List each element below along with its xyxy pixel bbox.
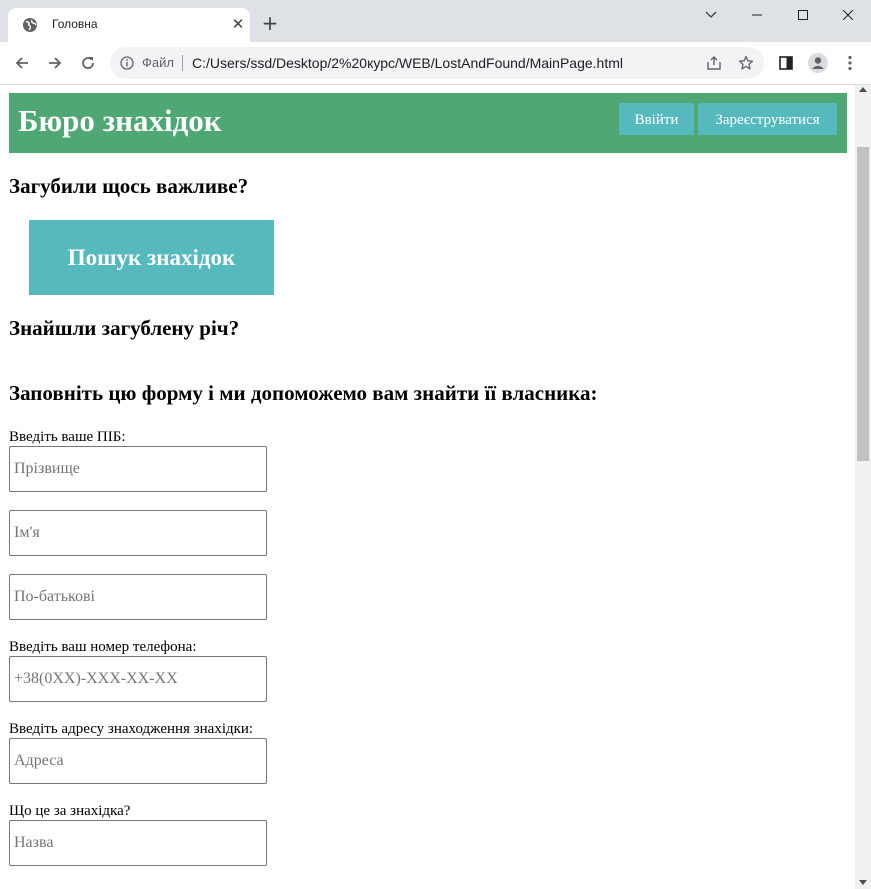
item-name-placeholder: Назва: [14, 834, 54, 851]
minimize-icon[interactable]: [734, 0, 780, 30]
new-tab-icon[interactable]: +: [260, 13, 280, 33]
surname-input[interactable]: Прізвище: [9, 446, 267, 492]
address-label: Введіть адресу знаходження знахідки:: [9, 721, 254, 737]
file-scheme-label: Файл: [142, 55, 174, 70]
globe-icon: [23, 18, 37, 32]
firstname-placeholder: Ім'я: [14, 524, 40, 541]
tab-search-chevron-icon[interactable]: [688, 0, 734, 30]
maximize-icon[interactable]: [780, 0, 826, 30]
item-label: Що це за знахідка?: [9, 803, 131, 819]
share-icon[interactable]: [704, 53, 724, 73]
lost-heading: Загубили щось важливе?: [9, 174, 249, 198]
phone-placeholder: +38(0XX)-XXX-XX-XX: [14, 670, 178, 687]
address-bar[interactable]: Файл C:/Users/ssd/Desktop/2%20курс/WEB/L…: [110, 47, 764, 79]
browser-tab[interactable]: Головна ✕: [8, 8, 250, 42]
found-heading: Знайшли загублену річ?: [9, 316, 240, 340]
forward-icon[interactable]: [43, 51, 67, 75]
firstname-input[interactable]: Ім'я: [9, 510, 267, 556]
item-name-input[interactable]: Назва: [9, 820, 267, 866]
close-tab-icon[interactable]: ✕: [230, 16, 246, 32]
info-icon[interactable]: [120, 56, 134, 70]
tab-title: Головна: [52, 17, 98, 31]
back-icon[interactable]: [10, 51, 34, 75]
search-found-items-button[interactable]: Пошук знахідок: [29, 220, 274, 295]
page-viewport: Бюро знахідок Ввійти Зареєструватися Заг…: [0, 85, 855, 889]
window-close-icon[interactable]: [825, 0, 871, 30]
patronymic-placeholder: По-батькові: [14, 588, 95, 605]
login-button[interactable]: Ввійти: [619, 103, 694, 135]
register-button[interactable]: Зареєструватися: [698, 103, 837, 135]
address-placeholder: Адреса: [14, 752, 64, 769]
reload-icon[interactable]: [76, 51, 100, 75]
side-panel-icon[interactable]: [775, 52, 797, 74]
profile-avatar-icon[interactable]: [807, 52, 829, 74]
form-heading: Заповніть цю форму і ми допоможемо вам з…: [9, 381, 598, 405]
page-scrollbar[interactable]: [855, 85, 871, 889]
name-label: Введіть ваше ПІБ:: [9, 429, 126, 445]
more-menu-icon[interactable]: [839, 52, 861, 74]
site-title: Бюро знахідок: [18, 103, 222, 138]
bookmark-star-icon[interactable]: [736, 53, 756, 73]
surname-placeholder: Прізвище: [14, 460, 80, 477]
tab-strip: Головна ✕ +: [0, 0, 871, 42]
scrollbar-thumb[interactable]: [857, 147, 869, 461]
address-input[interactable]: Адреса: [9, 738, 267, 784]
site-header: Бюро знахідок Ввійти Зареєструватися: [9, 93, 847, 153]
url-text[interactable]: C:/Users/ssd/Desktop/2%20курс/WEB/LostAn…: [192, 55, 623, 71]
omnibox-divider: [182, 55, 183, 71]
phone-label: Введіть ваш номер телефона:: [9, 639, 197, 655]
browser-toolbar: Файл C:/Users/ssd/Desktop/2%20курс/WEB/L…: [0, 42, 871, 85]
scroll-up-arrow-icon[interactable]: [859, 87, 867, 92]
phone-input[interactable]: +38(0XX)-XXX-XX-XX: [9, 656, 267, 702]
patronymic-input[interactable]: По-батькові: [9, 574, 267, 620]
scroll-down-arrow-icon[interactable]: [859, 880, 867, 885]
